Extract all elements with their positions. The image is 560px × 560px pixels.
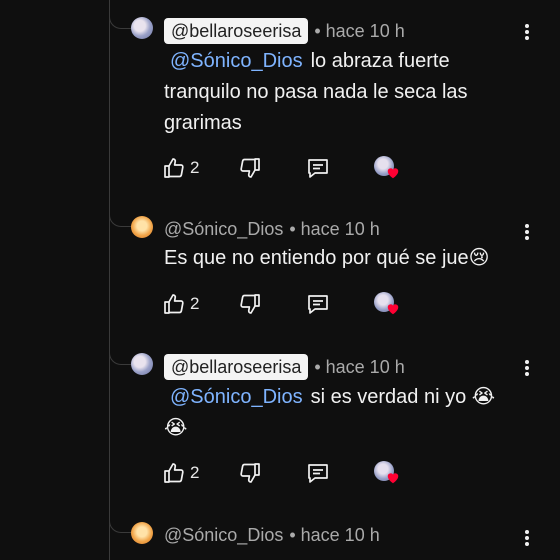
like-button[interactable]: 2	[162, 459, 199, 487]
comment-text: @Sónico_Dios si es verdad ni yo 😭 😭	[164, 382, 514, 444]
creator-heart-icon	[372, 154, 402, 182]
dislike-button[interactable]	[238, 154, 262, 182]
thread-line	[109, 0, 110, 560]
thumbs-up-icon	[164, 463, 184, 483]
more-vertical-icon[interactable]	[519, 22, 535, 42]
reply-button[interactable]	[306, 154, 330, 182]
mention-link[interactable]: @Sónico_Dios	[170, 50, 303, 72]
creator-heart-icon	[372, 290, 402, 318]
like-count: 2	[190, 463, 200, 482]
more-vertical-icon[interactable]	[519, 528, 535, 548]
mention-link[interactable]: @Sónico_Dios	[170, 386, 303, 408]
comment-text: @Sónico_Dios lo abraza fuerte tranquilo n…	[164, 46, 514, 139]
like-count: 2	[190, 294, 200, 313]
author-handle[interactable]: @Sónico_Dios	[164, 219, 283, 240]
comment-body: Es que no entiendo por qué se jue😢	[164, 247, 490, 269]
author-handle[interactable]: @bellaroseerisa	[164, 354, 309, 380]
comment-header: @Sónico_Dios • hace 10 h	[164, 522, 380, 548]
timestamp: • hace 10 h	[289, 218, 380, 239]
thumbs-up-icon	[164, 158, 184, 178]
reply-icon	[308, 295, 328, 314]
dislike-button[interactable]	[238, 290, 262, 318]
comment-body-emoji: 😭	[164, 417, 188, 439]
comment-text: Es que no entiendo por qué se jue😢	[164, 243, 514, 274]
timestamp: • hace 10 h	[289, 524, 380, 545]
avatar[interactable]	[131, 17, 153, 39]
creator-heart-icon	[372, 459, 402, 487]
comment-actions: 2	[162, 290, 412, 318]
more-vertical-icon[interactable]	[519, 358, 535, 378]
thumbs-up-icon	[164, 294, 184, 314]
author-handle[interactable]: @Sónico_Dios	[164, 525, 283, 546]
comment-actions: 2	[162, 459, 412, 487]
reply-icon	[308, 464, 328, 483]
avatar[interactable]	[131, 216, 153, 238]
more-vertical-icon[interactable]	[519, 222, 535, 242]
timestamp: • hace 10 h	[314, 356, 405, 377]
comment-body: si es verdad ni yo 😭	[310, 386, 496, 408]
like-button[interactable]: 2	[162, 290, 199, 318]
author-handle[interactable]: @bellaroseerisa	[164, 18, 309, 44]
like-count: 2	[190, 158, 200, 177]
avatar[interactable]	[131, 353, 153, 375]
timestamp: • hace 10 h	[314, 20, 405, 41]
avatar[interactable]	[131, 522, 153, 544]
dislike-button[interactable]	[238, 459, 262, 487]
reply-icon	[308, 159, 328, 178]
comment-header: @bellaroseerisa • hace 10 h	[164, 354, 405, 380]
comment-header: @bellaroseerisa • hace 10 h	[164, 18, 405, 44]
reply-button[interactable]	[306, 459, 330, 487]
reply-button[interactable]	[306, 290, 330, 318]
comment-header: @Sónico_Dios • hace 10 h	[164, 216, 380, 242]
thumbs-down-icon	[240, 158, 260, 178]
like-button[interactable]: 2	[162, 154, 199, 182]
thumbs-down-icon	[240, 294, 260, 314]
thumbs-down-icon	[240, 463, 260, 483]
comment-actions: 2	[162, 154, 412, 182]
